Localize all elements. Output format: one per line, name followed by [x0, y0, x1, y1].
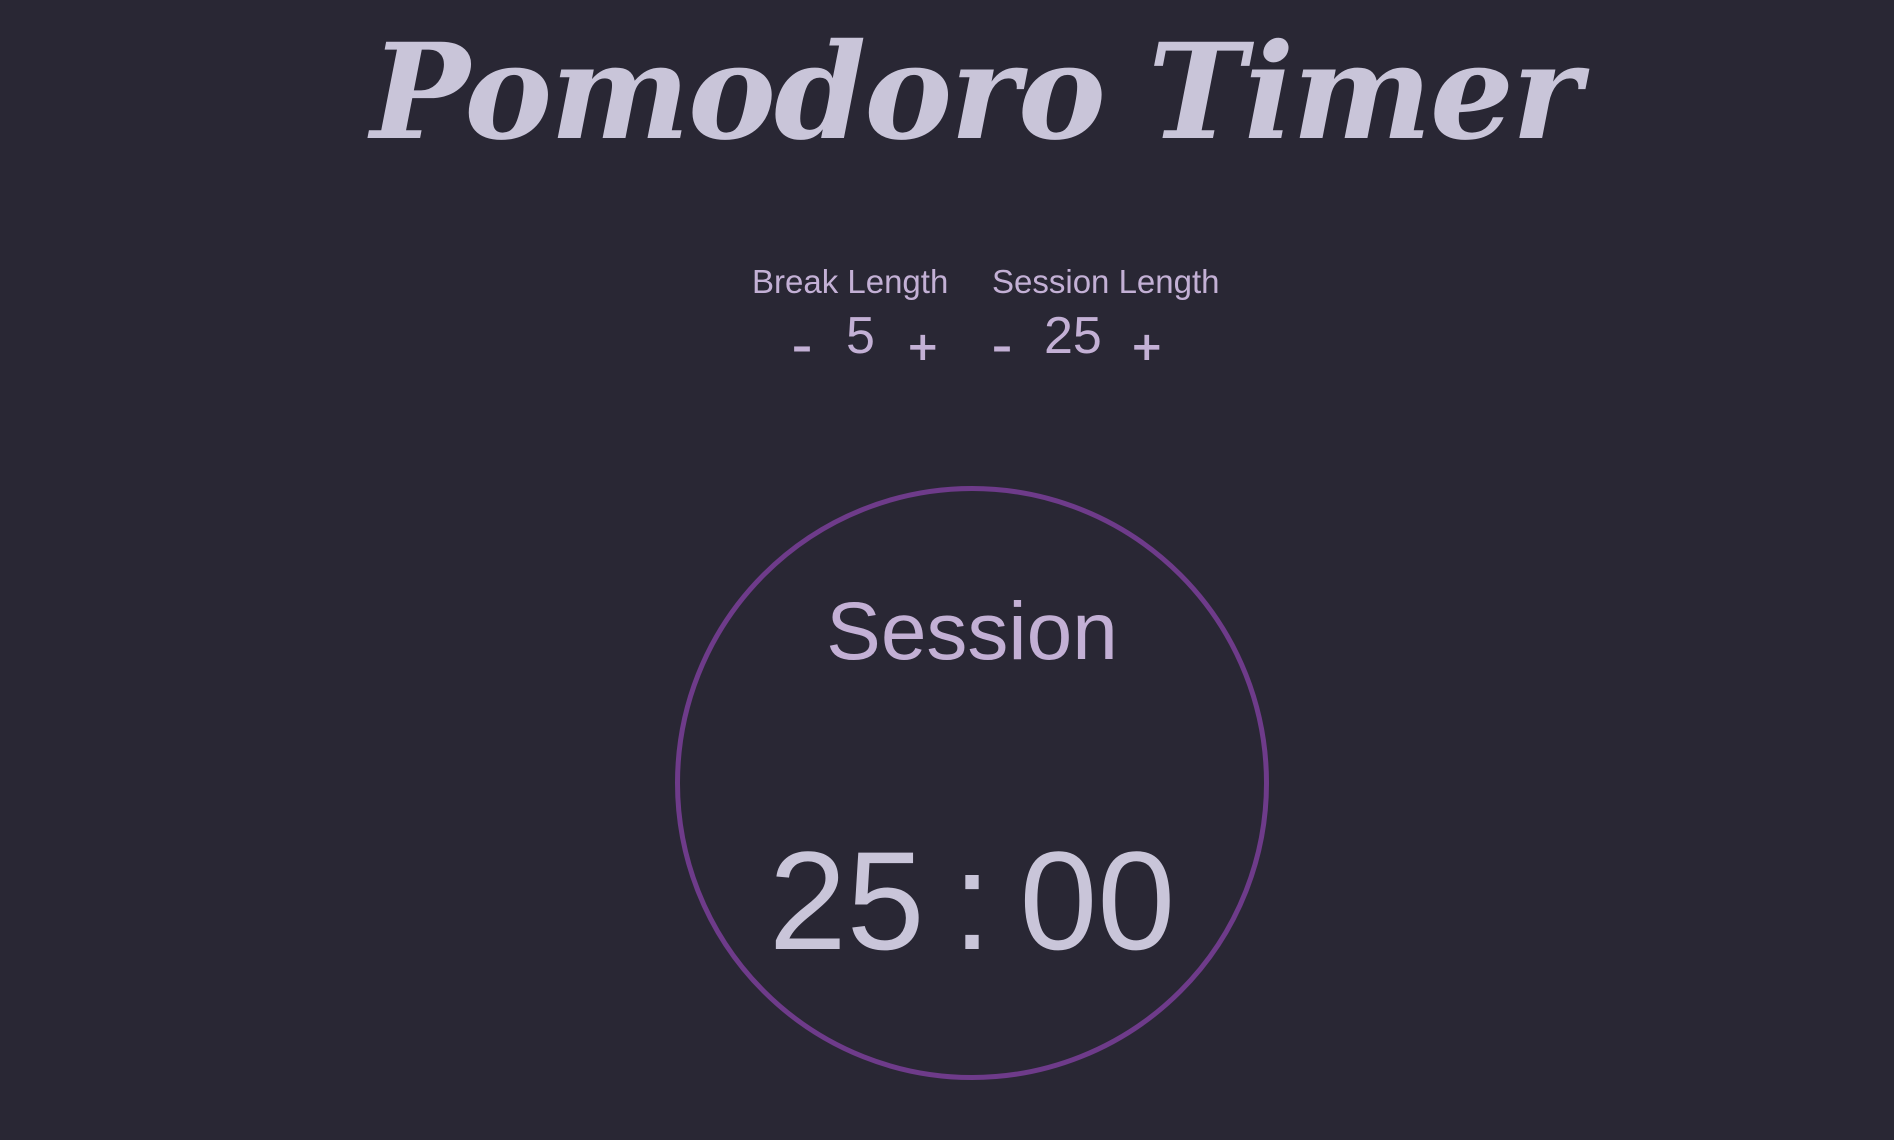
session-increment-button[interactable]: +: [1130, 312, 1164, 382]
session-length-value: 25: [1044, 307, 1102, 365]
timer-label: Session: [826, 586, 1118, 677]
session-length-label: Session Length: [992, 263, 1220, 300]
break-length-control: Break Length – 5 +: [752, 262, 948, 376]
break-length-label: Break Length: [752, 263, 949, 300]
break-length-value: 5: [846, 307, 875, 365]
break-increment-button[interactable]: +: [906, 312, 940, 382]
timer-seconds: 00: [1019, 822, 1176, 979]
pomodoro-app: Pomodoro Timer Break Length – 5 + Sessio…: [0, 0, 1894, 1140]
timer-ring[interactable]: Session 25:00: [675, 486, 1269, 1080]
break-length-row: – 5 +: [752, 306, 948, 376]
session-length-row: – 25 +: [992, 306, 1214, 376]
timer-separator: :: [952, 822, 992, 979]
length-controls: Break Length – 5 + Session Length – 25 +: [0, 262, 1894, 372]
break-decrement-button[interactable]: –: [792, 312, 812, 382]
timer-minutes: 25: [768, 822, 925, 979]
session-decrement-button[interactable]: –: [992, 312, 1012, 382]
time-display: 25:00: [680, 831, 1264, 971]
session-length-control: Session Length – 25 +: [992, 262, 1220, 376]
app-title: Pomodoro Timer: [370, 15, 1582, 170]
